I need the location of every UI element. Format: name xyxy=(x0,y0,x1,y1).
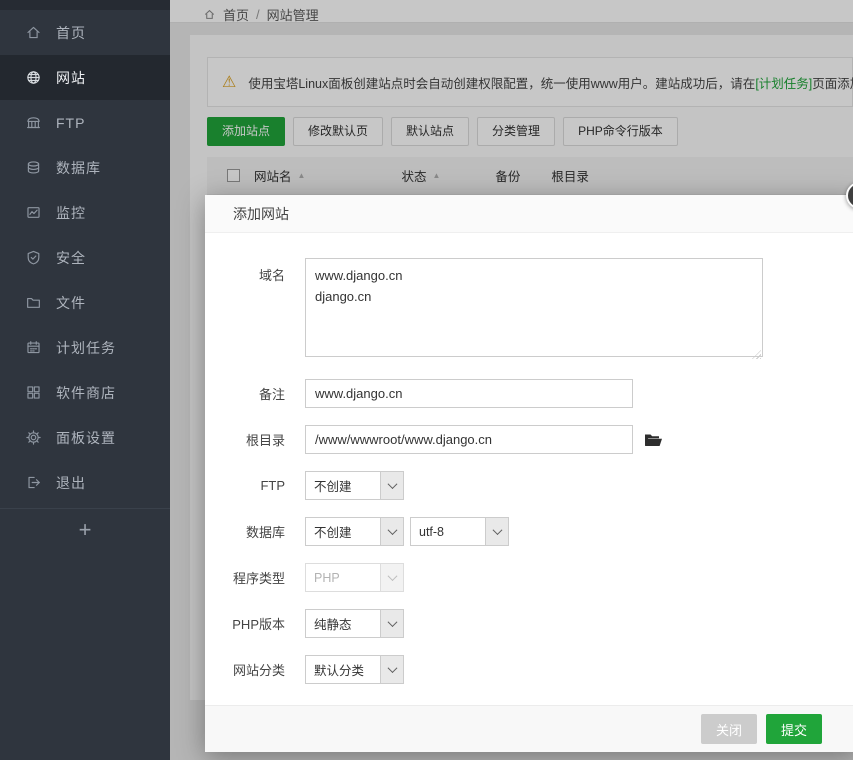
sidebar-item-label: 计划任务 xyxy=(56,338,116,358)
charset-select-value: utf-8 xyxy=(411,518,485,545)
sidebar-item-label: 监控 xyxy=(56,203,86,223)
modal-title: 添加网站 xyxy=(205,195,853,233)
chevron-down-icon xyxy=(380,656,403,683)
app-type-select: PHP xyxy=(305,563,404,592)
sidebar-item-label: 软件商店 xyxy=(56,383,116,403)
sidebar-item-logout[interactable]: 退出 xyxy=(0,460,170,505)
globe-icon xyxy=(25,69,42,86)
remark-label: 备注 xyxy=(205,384,305,403)
site-category-select-value: 默认分类 xyxy=(306,656,380,683)
sidebar-item-label: 网站 xyxy=(56,68,86,88)
calendar-icon xyxy=(25,339,42,356)
database-icon xyxy=(25,159,42,176)
sidebar-item-ftp[interactable]: FTP xyxy=(0,100,170,145)
charset-select[interactable]: utf-8 xyxy=(410,517,509,546)
sidebar-item-label: 安全 xyxy=(56,248,86,268)
root-dir-label: 根目录 xyxy=(205,430,305,449)
php-version-select-value: 纯静态 xyxy=(306,610,380,637)
domain-label: 域名 xyxy=(205,258,305,284)
appstore-icon xyxy=(25,384,42,401)
php-version-label: PHP版本 xyxy=(205,614,305,633)
chevron-down-icon xyxy=(380,564,403,591)
database-select[interactable]: 不创建 xyxy=(305,517,404,546)
sidebar-item-label: 退出 xyxy=(56,473,86,493)
root-dir-input[interactable] xyxy=(305,425,633,454)
ftp-select[interactable]: 不创建 xyxy=(305,471,404,500)
remark-input[interactable] xyxy=(305,379,633,408)
database-select-value: 不创建 xyxy=(306,518,380,545)
home-icon xyxy=(25,24,42,41)
chevron-down-icon xyxy=(380,518,403,545)
sidebar-item-label: FTP xyxy=(56,115,85,131)
shield-icon xyxy=(25,249,42,266)
add-site-form: 域名 www.django.cn django.cn 备注 根目录 FTP xyxy=(205,233,853,684)
sidebar-item-database[interactable]: 数据库 xyxy=(0,145,170,190)
sidebar: 首页 网站 FTP 数据库 监控 安全 文件 计划任务 xyxy=(0,0,170,760)
site-category-select[interactable]: 默认分类 xyxy=(305,655,404,684)
gear-icon xyxy=(25,429,42,446)
modal-footer: 关闭 提交 xyxy=(205,705,853,752)
sidebar-item-label: 数据库 xyxy=(56,158,101,178)
sidebar-item-settings[interactable]: 面板设置 xyxy=(0,415,170,460)
sidebar-top-strip xyxy=(0,0,170,10)
chevron-down-icon xyxy=(485,518,508,545)
ftp-select-value: 不创建 xyxy=(306,472,380,499)
sidebar-item-cron[interactable]: 计划任务 xyxy=(0,325,170,370)
app-type-label: 程序类型 xyxy=(205,568,305,587)
sidebar-item-home[interactable]: 首页 xyxy=(0,10,170,55)
ftp-server-icon xyxy=(25,114,42,131)
domain-textarea[interactable]: www.django.cn django.cn xyxy=(305,258,763,357)
add-site-modal: ✕ 添加网站 域名 www.django.cn django.cn 备注 根目录 xyxy=(205,195,853,752)
sidebar-item-files[interactable]: 文件 xyxy=(0,280,170,325)
app-type-select-value: PHP xyxy=(306,564,380,591)
sidebar-item-appstore[interactable]: 软件商店 xyxy=(0,370,170,415)
sidebar-item-sites[interactable]: 网站 xyxy=(0,55,170,100)
chevron-down-icon xyxy=(380,472,403,499)
sidebar-item-security[interactable]: 安全 xyxy=(0,235,170,280)
bt-panel-screen: 首页 网站 FTP 数据库 监控 安全 文件 计划任务 xyxy=(0,0,853,760)
sidebar-item-label: 首页 xyxy=(56,23,86,43)
sidebar-add-button[interactable]: + xyxy=(0,509,170,551)
submit-button[interactable]: 提交 xyxy=(766,714,822,744)
folder-icon xyxy=(25,294,42,311)
logout-icon xyxy=(25,474,42,491)
php-version-select[interactable]: 纯静态 xyxy=(305,609,404,638)
database-label: 数据库 xyxy=(205,522,305,541)
browse-folder-icon[interactable] xyxy=(644,432,663,448)
sidebar-item-label: 文件 xyxy=(56,293,86,313)
monitor-icon xyxy=(25,204,42,221)
close-button[interactable]: 关闭 xyxy=(701,714,757,744)
sidebar-item-monitor[interactable]: 监控 xyxy=(0,190,170,235)
chevron-down-icon xyxy=(380,610,403,637)
ftp-label: FTP xyxy=(205,478,305,493)
sidebar-item-label: 面板设置 xyxy=(56,428,116,448)
site-category-label: 网站分类 xyxy=(205,660,305,679)
